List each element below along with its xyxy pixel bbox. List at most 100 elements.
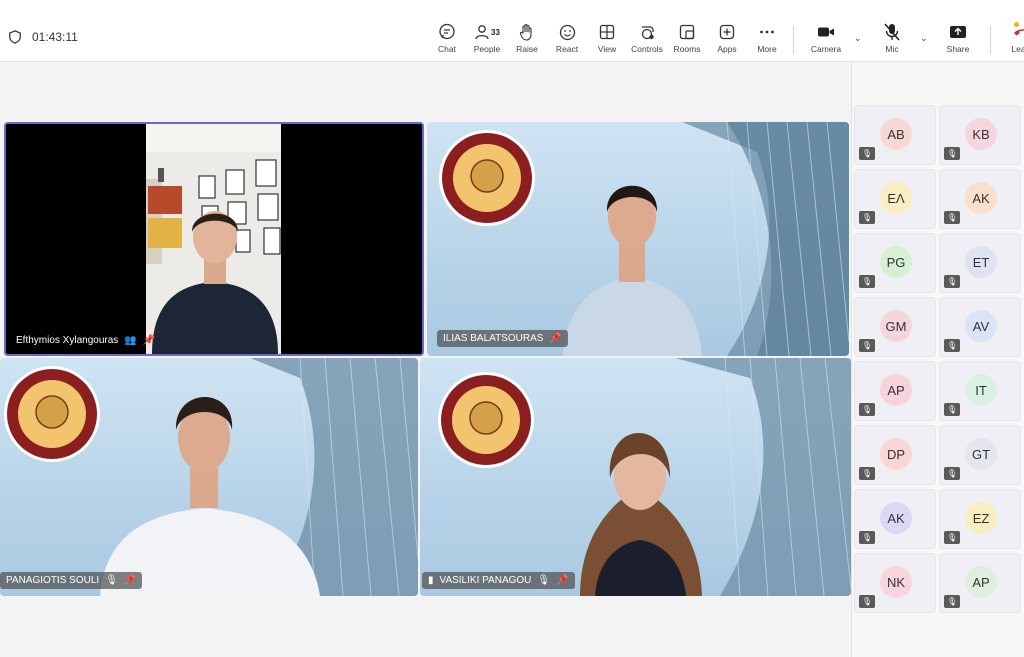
toolbar-divider bbox=[793, 26, 794, 54]
muted-indicator: 🎙 bbox=[859, 403, 875, 416]
video-tile-4[interactable]: ▮ VASILIKI PANAGOU 🎙 📌 bbox=[420, 358, 851, 596]
apps-icon bbox=[719, 24, 735, 40]
participant-nametag-2: ILIAS BALATSOURAS 📌 bbox=[437, 330, 568, 347]
video-stage: Efthymios Xylangouras 👥 📌 ILIAS BALATSOU… bbox=[0, 62, 851, 657]
raise-hand-button[interactable]: Raise bbox=[507, 22, 547, 54]
share-icon bbox=[950, 26, 966, 38]
mic-off-icon: 🎙 bbox=[859, 467, 875, 480]
muted-indicator: 🎙 bbox=[859, 211, 875, 224]
more-icon bbox=[760, 30, 774, 34]
mic-label: Mic bbox=[885, 44, 899, 54]
muted-indicator: 🎙 bbox=[859, 531, 875, 544]
mic-off-icon: 🎙 bbox=[859, 339, 875, 352]
pin-icon-3[interactable]: 📌 bbox=[124, 575, 136, 586]
participant-name-3: PANAGIOTIS SOULI bbox=[6, 575, 100, 586]
rooms-label: Rooms bbox=[673, 44, 701, 54]
people-icon bbox=[475, 25, 489, 40]
leave-button[interactable]: Leave bbox=[997, 22, 1024, 54]
avatar: DP bbox=[880, 438, 912, 470]
participant-nametag-4: ▮ VASILIKI PANAGOU 🎙 📌 bbox=[422, 572, 575, 589]
mic-off-icon: 🎙 bbox=[859, 531, 875, 544]
meeting-timer: 01:43:11 bbox=[8, 30, 78, 44]
share-label: Share bbox=[946, 44, 970, 54]
people-count: 33 bbox=[491, 27, 500, 37]
rooms-button[interactable]: Rooms bbox=[667, 22, 707, 54]
roster-tile[interactable]: GM 🎙 bbox=[854, 297, 936, 357]
muted-indicator: 🎙 bbox=[859, 339, 875, 352]
smiley-icon bbox=[559, 24, 575, 40]
roster-tile[interactable]: EZ 🎙 bbox=[939, 489, 1021, 549]
video-tile-3[interactable]: PANAGIOTIS SOULI 🎙 📌 bbox=[0, 358, 418, 596]
more-button[interactable]: More bbox=[747, 22, 787, 54]
roster-tile[interactable]: KB 🎙 bbox=[939, 105, 1021, 165]
camera-chevron-down-icon[interactable]: ⌄ bbox=[854, 33, 862, 44]
roster-tile[interactable]: AK 🎙 bbox=[854, 489, 936, 549]
avatar: KB bbox=[965, 118, 997, 150]
video-tile-1[interactable]: Efthymios Xylangouras 👥 📌 bbox=[4, 122, 424, 356]
muted-indicator: 🎙 bbox=[944, 467, 960, 480]
mic-off-icon: 🎙 bbox=[944, 595, 960, 608]
participant-video-3 bbox=[4, 358, 418, 596]
avatar: PG bbox=[880, 246, 912, 278]
react-label: React bbox=[555, 44, 579, 54]
roster-tile[interactable]: IT 🎙 bbox=[939, 361, 1021, 421]
shield-icon bbox=[9, 30, 21, 44]
mic-off-icon: 🎙 bbox=[944, 531, 960, 544]
muted-indicator: 🎙 bbox=[859, 275, 875, 288]
participant-video-1 bbox=[146, 124, 281, 354]
camera-button[interactable]: Camera bbox=[800, 22, 852, 54]
controls-label: Controls bbox=[631, 44, 663, 54]
camera-icon bbox=[818, 27, 834, 37]
hang-up-icon bbox=[1014, 29, 1024, 36]
hand-icon bbox=[519, 23, 532, 41]
roster-tile[interactable]: NK 🎙 bbox=[854, 553, 936, 613]
avatar: NK bbox=[880, 566, 912, 598]
mic-off-icon: 🎙 bbox=[859, 275, 875, 288]
roster-tile[interactable]: PG 🎙 bbox=[854, 233, 936, 293]
pin-icon-4[interactable]: 📌 bbox=[556, 575, 568, 586]
roster-tile[interactable]: AB 🎙 bbox=[854, 105, 936, 165]
roster-tile[interactable]: ΕΛ 🎙 bbox=[854, 169, 936, 229]
roster-tile[interactable]: AK 🎙 bbox=[939, 169, 1021, 229]
video-tile-2[interactable]: ILIAS BALATSOURAS 📌 bbox=[427, 122, 849, 356]
roster-tile[interactable]: AP 🎙 bbox=[939, 553, 1021, 613]
sharing-icon: 👥 bbox=[124, 335, 137, 346]
roster-tile[interactable]: AP 🎙 bbox=[854, 361, 936, 421]
signal-bars-icon: ▮ bbox=[428, 575, 434, 586]
participant-name-1: Efthymios Xylangouras bbox=[16, 335, 119, 346]
people-label: People bbox=[473, 44, 501, 54]
apps-button[interactable]: Apps bbox=[707, 22, 747, 54]
share-button[interactable]: Share bbox=[932, 22, 984, 54]
mic-off-icon: 🎙 bbox=[944, 275, 960, 288]
controls-button[interactable]: Controls bbox=[627, 22, 667, 54]
people-button[interactable]: 33 People bbox=[467, 22, 507, 54]
mic-button[interactable]: Mic bbox=[866, 22, 918, 54]
participant-name-4: VASILIKI PANAGOU bbox=[439, 575, 532, 586]
raise-label: Raise bbox=[516, 44, 538, 54]
pin-icon-2[interactable]: 📌 bbox=[549, 333, 561, 344]
camera-label: Camera bbox=[810, 44, 842, 54]
mic-chevron-down-icon[interactable]: ⌄ bbox=[920, 33, 928, 44]
mic-off-icon bbox=[884, 23, 900, 41]
chat-button[interactable]: Chat bbox=[427, 22, 467, 54]
roster-tile[interactable]: AV 🎙 bbox=[939, 297, 1021, 357]
mic-off-icon: 🎙 bbox=[859, 211, 875, 224]
mic-off-icon: 🎙 bbox=[944, 339, 960, 352]
view-button[interactable]: View bbox=[587, 22, 627, 54]
roster-tile[interactable]: ET 🎙 bbox=[939, 233, 1021, 293]
mic-off-icon: 🎙 bbox=[859, 403, 875, 416]
react-button[interactable]: React bbox=[547, 22, 587, 54]
pin-icon[interactable]: 📌 bbox=[143, 335, 155, 346]
avatar: AB bbox=[880, 118, 912, 150]
muted-indicator: 🎙 bbox=[859, 467, 875, 480]
muted-indicator: 🎙 bbox=[944, 531, 960, 544]
roster-tile[interactable]: GT 🎙 bbox=[939, 425, 1021, 485]
roster-tile[interactable]: DP 🎙 bbox=[854, 425, 936, 485]
muted-indicator: 🎙 bbox=[859, 595, 875, 608]
muted-indicator: 🎙 bbox=[944, 147, 960, 160]
view-label: View bbox=[597, 44, 617, 54]
chat-label: Chat bbox=[438, 44, 456, 54]
toolbar-divider-2 bbox=[990, 26, 991, 54]
chat-icon bbox=[439, 23, 455, 40]
leave-label: Leave bbox=[1011, 44, 1024, 54]
